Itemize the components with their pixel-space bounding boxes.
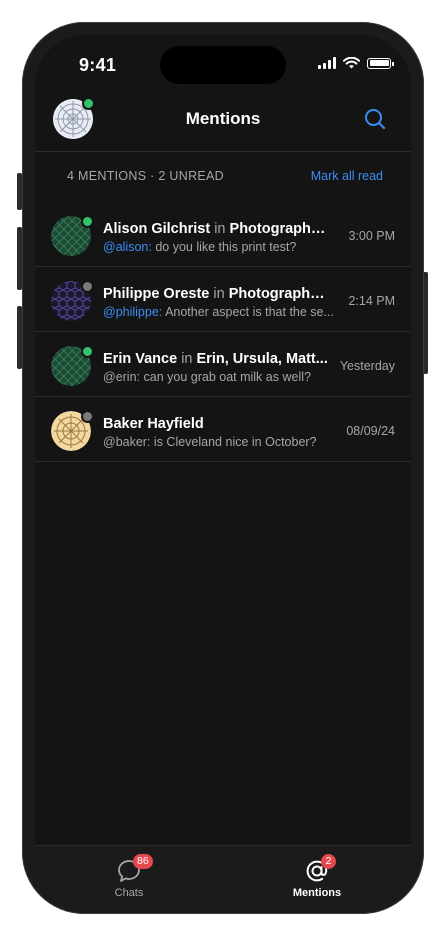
presence-dot	[81, 215, 94, 228]
mention-handle: @baker:	[103, 435, 151, 449]
status-time: 9:41	[79, 55, 117, 75]
mention-title: Alison Gilchrist in Photographers	[103, 221, 328, 237]
tab-label: Mentions	[292, 887, 342, 899]
mention-row[interactable]: Erin Vance in Erin, Ursula, Matt... @eri…	[35, 332, 411, 397]
mention-time: 2:14 PM	[348, 294, 395, 308]
search-button[interactable]	[363, 107, 387, 131]
channel-name: Photographers	[229, 221, 328, 237]
channel-name: Photographers	[228, 286, 328, 302]
mention-time: 08/09/24	[346, 424, 395, 438]
tab-label: Chats	[114, 887, 144, 899]
chats-badge: 86	[133, 854, 153, 869]
search-icon	[365, 109, 386, 130]
mention-title: Baker Hayfield	[103, 416, 328, 432]
in-word: in	[214, 221, 226, 237]
presence-dot	[81, 280, 94, 293]
tab-chats[interactable]: 86 Chats	[69, 846, 189, 901]
tab-bar: 86 Chats 2 Mentions	[35, 845, 411, 901]
presence-dot	[81, 410, 94, 423]
in-word: in	[181, 351, 193, 367]
mention-message: can you grab oat milk as well?	[143, 370, 311, 384]
mentions-list: Alison Gilchrist in Photographers @aliso…	[35, 202, 411, 462]
channel-name: Erin, Ursula, Matt...	[196, 351, 328, 367]
sender-name: Baker Hayfield	[103, 416, 204, 432]
cellular-signal-icon	[318, 57, 336, 69]
screen: 9:41 Mentions 4 MENTIONS · 2 UNREAD Mark…	[35, 35, 411, 901]
mention-preview: @baker: is Cleveland nice in October?	[103, 435, 339, 449]
header: Mentions	[35, 97, 411, 152]
mentions-summary-bar: 4 MENTIONS · 2 UNREAD Mark all read	[35, 152, 411, 200]
mention-preview: @erin: can you grab oat milk as well?	[103, 370, 339, 384]
in-word: in	[213, 286, 225, 302]
mention-handle: @philippe:	[103, 305, 163, 319]
mention-preview: @alison: do you like this print test?	[103, 240, 339, 254]
mention-row[interactable]: Philippe Oreste in Photographers @philip…	[35, 267, 411, 332]
tab-mentions[interactable]: 2 Mentions	[257, 846, 377, 901]
status-icons	[318, 57, 394, 69]
mention-time: 3:00 PM	[348, 229, 395, 243]
battery-icon	[367, 57, 394, 69]
mention-time: Yesterday	[339, 359, 395, 373]
mention-title: Erin Vance in Erin, Ursula, Matt...	[103, 351, 328, 367]
mention-message: do you like this print test?	[155, 240, 297, 254]
mention-handle: @erin:	[103, 370, 141, 384]
mention-preview: @philippe: Another aspect is that the se…	[103, 305, 339, 319]
mention-message: Another aspect is that the se...	[165, 305, 334, 319]
mention-row[interactable]: Alison Gilchrist in Photographers @aliso…	[35, 202, 411, 267]
mark-all-read-button[interactable]: Mark all read	[311, 169, 383, 183]
mention-message: is Cleveland nice in October?	[153, 435, 317, 449]
dynamic-island	[160, 46, 286, 84]
mention-title: Philippe Oreste in Photographers	[103, 286, 328, 302]
phone-frame: 9:41 Mentions 4 MENTIONS · 2 UNREAD Mark…	[22, 22, 424, 914]
wifi-icon	[343, 57, 360, 69]
mention-count: 4 MENTIONS · 2 UNREAD	[67, 169, 225, 183]
mentions-badge: 2	[321, 854, 336, 869]
mention-handle: @alison:	[103, 240, 152, 254]
mention-row[interactable]: Baker Hayfield @baker: is Cleveland nice…	[35, 397, 411, 462]
sender-name: Erin Vance	[103, 351, 178, 367]
page-title: Mentions	[185, 109, 261, 128]
sender-name: Philippe Oreste	[103, 286, 210, 302]
presence-dot	[81, 345, 94, 358]
sender-name: Alison Gilchrist	[103, 221, 211, 237]
